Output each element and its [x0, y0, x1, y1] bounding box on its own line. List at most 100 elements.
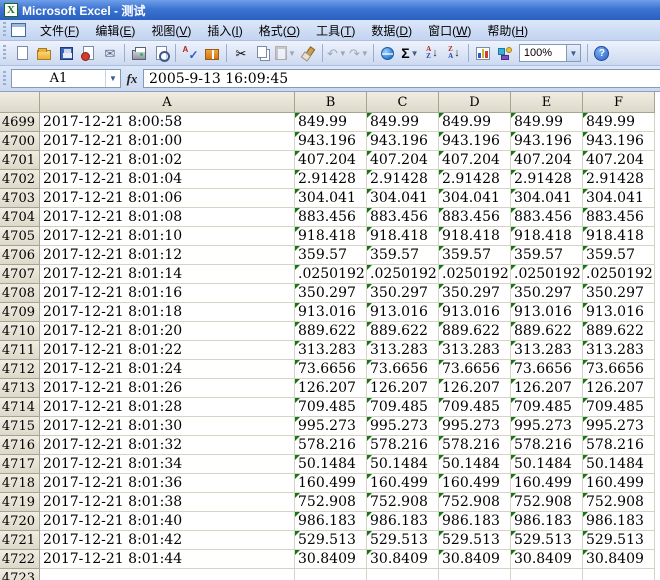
permission-button[interactable]	[78, 43, 98, 63]
cell-C4703[interactable]: 304.041	[367, 189, 439, 208]
cell-C4716[interactable]: 578.216	[367, 436, 439, 455]
cell-E4714[interactable]: 709.485	[511, 398, 583, 417]
cell-D4708[interactable]: 350.297	[439, 284, 511, 303]
select-all-corner[interactable]	[0, 92, 40, 113]
row-header-4713[interactable]: 4713	[0, 379, 40, 398]
cell-D4710[interactable]: 889.622	[439, 322, 511, 341]
cell-C4711[interactable]: 313.283	[367, 341, 439, 360]
cell-B4723[interactable]	[295, 569, 367, 580]
row-header-4712[interactable]: 4712	[0, 360, 40, 379]
column-header-E[interactable]: E	[511, 92, 583, 113]
cell-F4703[interactable]: 304.041	[583, 189, 655, 208]
cell-F4700[interactable]: 943.196	[583, 132, 655, 151]
row-header-4718[interactable]: 4718	[0, 474, 40, 493]
menubar-grip[interactable]	[3, 22, 8, 38]
cell-A4703[interactable]: 2017-12-21 8:01:06	[40, 189, 295, 208]
print-preview-button[interactable]	[151, 43, 171, 63]
cell-C4700[interactable]: 943.196	[367, 132, 439, 151]
row-header-4710[interactable]: 4710	[0, 322, 40, 341]
row-header-4709[interactable]: 4709	[0, 303, 40, 322]
cell-D4721[interactable]: 529.513	[439, 531, 511, 550]
cell-C4715[interactable]: 995.273	[367, 417, 439, 436]
cell-C4705[interactable]: 918.418	[367, 227, 439, 246]
cell-C4714[interactable]: 709.485	[367, 398, 439, 417]
cell-D4704[interactable]: 883.456	[439, 208, 511, 227]
cell-F4720[interactable]: 986.183	[583, 512, 655, 531]
cell-A4715[interactable]: 2017-12-21 8:01:30	[40, 417, 295, 436]
cell-A4707[interactable]: 2017-12-21 8:01:14	[40, 265, 295, 284]
hyperlink-button[interactable]	[378, 43, 398, 63]
autosum-dropdown-arrow[interactable]: ▼	[411, 49, 419, 58]
cell-C4701[interactable]: 407.204	[367, 151, 439, 170]
cell-E4710[interactable]: 889.622	[511, 322, 583, 341]
cell-C4710[interactable]: 889.622	[367, 322, 439, 341]
new-button[interactable]	[12, 43, 32, 63]
cell-F4713[interactable]: 126.207	[583, 379, 655, 398]
copy-button[interactable]	[253, 43, 273, 63]
format-painter-button[interactable]	[298, 43, 318, 63]
cell-D4702[interactable]: 2.91428	[439, 170, 511, 189]
row-header-4701[interactable]: 4701	[0, 151, 40, 170]
row-header-4723[interactable]: 4723	[0, 569, 40, 580]
row-header-4703[interactable]: 4703	[0, 189, 40, 208]
cell-A4699[interactable]: 2017-12-21 8:00:58	[40, 113, 295, 132]
save-button[interactable]	[56, 43, 76, 63]
cell-C4713[interactable]: 126.207	[367, 379, 439, 398]
cell-B4710[interactable]: 889.622	[295, 322, 367, 341]
cell-A4705[interactable]: 2017-12-21 8:01:10	[40, 227, 295, 246]
cell-B4717[interactable]: 50.1484	[295, 455, 367, 474]
cell-D4713[interactable]: 126.207	[439, 379, 511, 398]
cell-E4709[interactable]: 913.016	[511, 303, 583, 322]
cell-A4716[interactable]: 2017-12-21 8:01:32	[40, 436, 295, 455]
cell-B4722[interactable]: 30.8409	[295, 550, 367, 569]
spelling-button[interactable]: A✓	[180, 43, 200, 63]
cell-F4717[interactable]: 50.1484	[583, 455, 655, 474]
cell-C4702[interactable]: 2.91428	[367, 170, 439, 189]
cell-F4708[interactable]: 350.297	[583, 284, 655, 303]
cell-C4699[interactable]: 849.99	[367, 113, 439, 132]
cell-D4699[interactable]: 849.99	[439, 113, 511, 132]
name-box-dropdown-arrow[interactable]: ▼	[105, 70, 120, 87]
cell-D4718[interactable]: 160.499	[439, 474, 511, 493]
row-header-4711[interactable]: 4711	[0, 341, 40, 360]
insert-function-button[interactable]: fx	[121, 71, 143, 87]
cell-B4719[interactable]: 752.908	[295, 493, 367, 512]
cell-A4723[interactable]	[40, 569, 295, 580]
cell-D4712[interactable]: 73.6656	[439, 360, 511, 379]
cell-B4707[interactable]: .0250192	[295, 265, 367, 284]
zoom-combobox[interactable]: 100% ▼	[519, 44, 581, 62]
cell-B4701[interactable]: 407.204	[295, 151, 367, 170]
cell-E4705[interactable]: 918.418	[511, 227, 583, 246]
cell-C4709[interactable]: 913.016	[367, 303, 439, 322]
row-header-4722[interactable]: 4722	[0, 550, 40, 569]
cell-D4716[interactable]: 578.216	[439, 436, 511, 455]
cell-E4699[interactable]: 849.99	[511, 113, 583, 132]
cell-B4715[interactable]: 995.273	[295, 417, 367, 436]
cell-A4714[interactable]: 2017-12-21 8:01:28	[40, 398, 295, 417]
menu-item-D[interactable]: 数据(D)	[363, 22, 420, 40]
cell-A4718[interactable]: 2017-12-21 8:01:36	[40, 474, 295, 493]
menu-item-V[interactable]: 视图(V)	[143, 22, 199, 40]
cell-A4720[interactable]: 2017-12-21 8:01:40	[40, 512, 295, 531]
menu-item-O[interactable]: 格式(O)	[251, 22, 308, 40]
redo-dropdown-arrow[interactable]: ▼	[361, 49, 369, 58]
zoom-dropdown-arrow[interactable]: ▼	[566, 45, 580, 61]
cell-B4703[interactable]: 304.041	[295, 189, 367, 208]
cell-B4714[interactable]: 709.485	[295, 398, 367, 417]
cell-D4720[interactable]: 986.183	[439, 512, 511, 531]
workbook-icon[interactable]	[11, 23, 26, 37]
cell-E4717[interactable]: 50.1484	[511, 455, 583, 474]
cell-A4719[interactable]: 2017-12-21 8:01:38	[40, 493, 295, 512]
menu-item-H[interactable]: 帮助(H)	[479, 22, 536, 40]
row-header-4716[interactable]: 4716	[0, 436, 40, 455]
cell-E4723[interactable]	[511, 569, 583, 580]
cell-D4722[interactable]: 30.8409	[439, 550, 511, 569]
cell-A4702[interactable]: 2017-12-21 8:01:04	[40, 170, 295, 189]
email-button[interactable]: ✉	[100, 43, 120, 63]
row-header-4715[interactable]: 4715	[0, 417, 40, 436]
menu-item-W[interactable]: 窗口(W)	[420, 22, 479, 40]
cell-F4709[interactable]: 913.016	[583, 303, 655, 322]
cell-E4718[interactable]: 160.499	[511, 474, 583, 493]
cell-B4712[interactable]: 73.6656	[295, 360, 367, 379]
cell-B4700[interactable]: 943.196	[295, 132, 367, 151]
